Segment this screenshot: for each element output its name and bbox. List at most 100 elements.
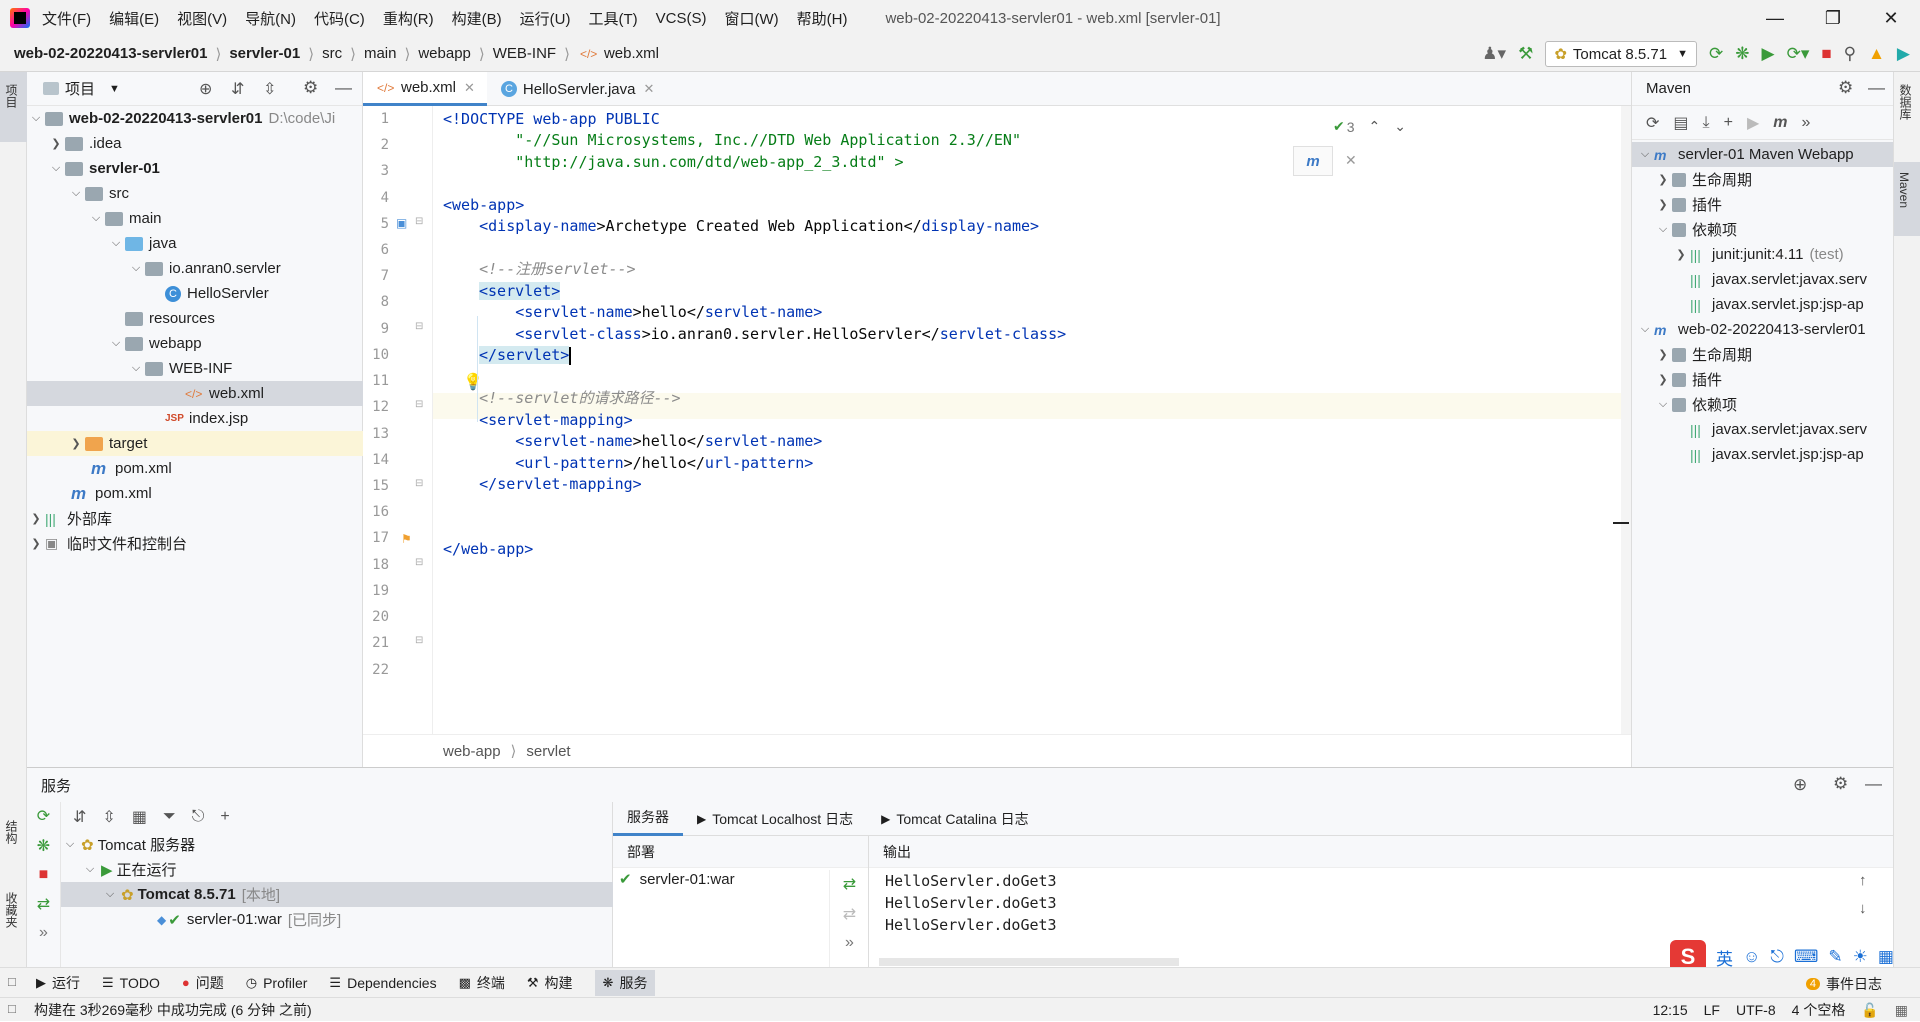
more-icon[interactable]: » <box>1802 114 1811 132</box>
download-icon[interactable]: ⤓ <box>1703 114 1710 132</box>
locate-icon[interactable]: ⊕ <box>199 79 212 99</box>
fold-icon[interactable]: ⊟ <box>415 478 423 489</box>
menu-edit[interactable]: 编辑(E) <box>109 8 159 29</box>
scroll-down-icon[interactable]: ↓ <box>1859 900 1867 917</box>
status-message[interactable]: 构建在 3秒269毫秒 中成功完成 (6 分钟 之前) <box>34 1000 312 1020</box>
menu-file[interactable]: 文件(F) <box>42 8 91 29</box>
tree-item-src[interactable]: ⌵ src <box>27 181 363 206</box>
bookmark-icon[interactable]: ⚑ <box>401 532 412 546</box>
maven-reload-icon[interactable]: m <box>1293 146 1333 176</box>
group-icon[interactable]: ▦ <box>132 807 147 827</box>
maven-item-plugins[interactable]: ❯ 插件 <box>1632 192 1894 217</box>
toggle-tool-windows-icon[interactable]: □ <box>8 974 16 989</box>
tree-item-webapp[interactable]: ⌵ webapp <box>27 331 363 356</box>
tool-tab-structure[interactable]: 结构 <box>3 820 20 844</box>
grid-icon[interactable]: ▦ <box>1878 947 1894 967</box>
emoji-icon[interactable]: ☺ <box>1743 947 1760 967</box>
pen-icon[interactable]: ✎ <box>1828 947 1842 967</box>
maven-item-jsp-api[interactable]: ||| javax.servlet.jsp:jsp-ap <box>1632 292 1894 317</box>
memory-icon[interactable]: ▦ <box>1895 1002 1908 1019</box>
hide-panel-icon[interactable]: — <box>1865 774 1882 794</box>
tool-tab-build[interactable]: ⚒ 构建 <box>527 973 573 993</box>
gear-icon[interactable]: ⚙ <box>1838 78 1853 98</box>
tool-tab-run[interactable]: ▶ 运行 <box>36 973 80 993</box>
tree-item-webxml[interactable]: </> web.xml <box>27 381 363 406</box>
tool-tab-problems[interactable]: ● 问题 <box>182 973 224 993</box>
ime-lang[interactable]: 英 <box>1716 945 1733 970</box>
tree-item-root-pom[interactable]: m pom.xml <box>27 481 363 506</box>
gear-icon[interactable]: ⚙ <box>1833 774 1848 794</box>
service-item-tomcat-server[interactable]: ⌵ ✿ Tomcat 服务器 <box>61 832 613 857</box>
code-content[interactable]: 💡 <!DOCTYPE web-app PUBLIC "-//Sun Micro… <box>433 106 1631 734</box>
hide-panel-icon[interactable]: — <box>1868 78 1885 98</box>
new-tab-icon[interactable]: ⎋ <box>192 808 205 826</box>
fold-icon[interactable]: ⊟ <box>415 399 423 410</box>
tab-helloservler-java[interactable]: C HelloServler.java ✕ <box>487 72 666 106</box>
fold-icon[interactable]: ⊟ <box>415 216 423 227</box>
tree-item-indexjsp[interactable]: JSP index.jsp <box>27 406 363 431</box>
bc-servlet[interactable]: servlet <box>526 743 570 760</box>
stop-icon[interactable]: ■ <box>1821 44 1831 64</box>
event-log-button[interactable]: 4 事件日志 <box>1805 974 1882 994</box>
more-icon[interactable]: » <box>845 934 854 952</box>
crumb-module[interactable]: servler-01 <box>229 45 300 62</box>
maven-item-servlet-api[interactable]: ||| javax.servlet:javax.serv <box>1632 267 1894 292</box>
tree-item-resources[interactable]: resources <box>27 306 363 331</box>
maven-item-lifecycle[interactable]: ❯ 生命周期 <box>1632 167 1894 192</box>
maven-item-servler-01[interactable]: ⌵ m servler-01 Maven Webapp <box>1632 142 1894 167</box>
lock-icon[interactable]: 🔓 <box>1861 1002 1878 1019</box>
tool-tab-database[interactable]: 数据库 <box>1897 84 1914 120</box>
menu-refactor[interactable]: 重构(R) <box>383 8 434 29</box>
add-folder-icon[interactable]: ▤ <box>1673 113 1688 133</box>
menu-window[interactable]: 窗口(W) <box>724 8 778 29</box>
tree-item-java[interactable]: ⌵ java <box>27 231 363 256</box>
add-service-icon[interactable]: + <box>220 808 229 826</box>
crumb-webinf[interactable]: WEB-INF <box>493 45 556 62</box>
tool-tab-maven[interactable]: Maven <box>1897 172 1911 208</box>
service-item-tomcat-instance[interactable]: ⌵ ✿ Tomcat 8.5.71 [本地] <box>61 882 613 907</box>
tree-item-package[interactable]: ⌵ io.anran0.servler <box>27 256 363 281</box>
tree-item-project-root[interactable]: ⌵ web-02-20220413-servler01 D:\code\Ji <box>27 106 363 131</box>
tool-tab-favorites[interactable]: 收藏夹 <box>3 892 20 928</box>
rerun-icon[interactable]: ⟳ <box>1709 44 1723 64</box>
tool-tab-todo[interactable]: ☰ TODO <box>102 975 160 991</box>
code-with-me-icon[interactable]: ▶ <box>1897 44 1910 64</box>
tree-item-webinf[interactable]: ⌵ WEB-INF <box>27 356 363 381</box>
fold-icon[interactable]: ⊟ <box>415 635 423 646</box>
deploy-item[interactable]: ✔ servler-01:war <box>613 870 735 889</box>
project-panel-title[interactable]: 项目 <box>65 78 95 99</box>
tree-item-main[interactable]: ⌵ main <box>27 206 363 231</box>
expand-all-icon[interactable]: ⇵ <box>231 79 244 99</box>
maven-goal-icon[interactable]: m <box>1773 114 1787 132</box>
rerun-icon[interactable]: ⟳ <box>37 806 50 826</box>
tree-item-external-libs[interactable]: ❯ ||| 外部库 <box>27 506 363 531</box>
indent-setting[interactable]: 4 个空格 <box>1792 1000 1846 1020</box>
filter-icon[interactable]: ⏷ <box>163 808 176 826</box>
build-hammer-icon[interactable]: ⚒ <box>1518 44 1533 64</box>
menu-build[interactable]: 构建(B) <box>452 8 502 29</box>
maven-item-root-project[interactable]: ⌵ m web-02-20220413-servler01 <box>1632 317 1894 342</box>
fold-icon[interactable]: ⊟ <box>415 321 423 332</box>
maven-item-dependencies-2[interactable]: ⌵ 依赖项 <box>1632 392 1894 417</box>
output-scrollbar[interactable] <box>879 958 1179 966</box>
web-module-gutter-icon[interactable]: ▣ <box>396 216 407 230</box>
tool-tab-profiler[interactable]: ◷ Profiler <box>246 975 308 991</box>
expand-all-icon[interactable]: ⇵ <box>73 807 86 827</box>
tab-localhost-log[interactable]: ▶ Tomcat Localhost 日志 <box>683 802 867 836</box>
debug-icon[interactable]: ❋ <box>1735 44 1749 64</box>
caret-position[interactable]: 12:15 <box>1653 1002 1688 1018</box>
maven-item-lifecycle-2[interactable]: ❯ 生命周期 <box>1632 342 1894 367</box>
collapse-all-icon[interactable]: ⇳ <box>102 807 115 827</box>
plus-icon[interactable]: + <box>1724 114 1733 132</box>
run-icon[interactable]: ▶ <box>1747 113 1759 133</box>
tree-item-helloservler[interactable]: C HelloServler <box>27 281 363 306</box>
service-item-running[interactable]: ⌵ ▶ 正在运行 <box>61 857 613 882</box>
chevron-down-icon[interactable]: ⌄ <box>1394 118 1406 135</box>
profile-icon[interactable]: ⟳▾ <box>1787 44 1810 64</box>
close-tab-icon[interactable]: ✕ <box>643 81 654 97</box>
undeploy-icon[interactable]: ⇄ <box>843 904 856 924</box>
inspection-widget[interactable]: ✔ 3 ⌃ ⌄ <box>1333 118 1406 135</box>
collapse-all-icon[interactable]: ⇳ <box>263 79 276 99</box>
menu-run[interactable]: 运行(U) <box>520 8 571 29</box>
crumb-src[interactable]: src <box>322 45 342 62</box>
